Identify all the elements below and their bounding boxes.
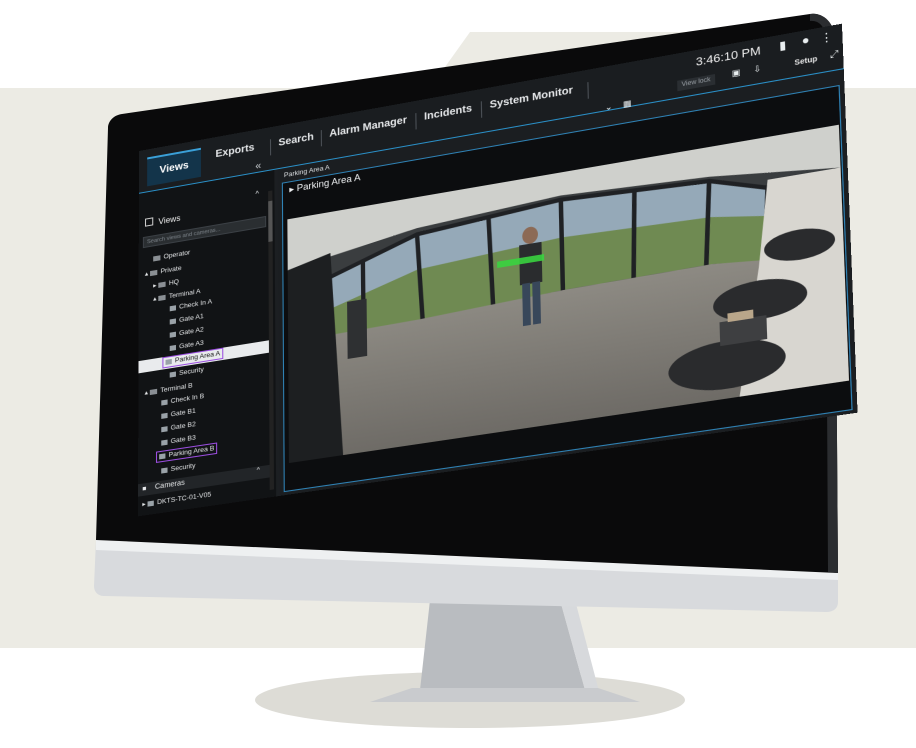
view-icon bbox=[161, 399, 168, 406]
view-icon bbox=[169, 344, 176, 351]
tab-divider bbox=[320, 130, 322, 147]
folder-icon bbox=[149, 388, 158, 395]
more-menu-icon[interactable]: ⋮ bbox=[820, 30, 833, 46]
views-header-label: Views bbox=[158, 213, 181, 227]
tree-item[interactable]: Gate A1 bbox=[169, 312, 204, 326]
fullscreen-icon[interactable]: ⤢ bbox=[830, 48, 839, 61]
tree-item-label: Security bbox=[170, 462, 196, 474]
folder-icon bbox=[153, 255, 161, 262]
scrollbar-thumb[interactable] bbox=[268, 200, 273, 242]
tab-divider bbox=[269, 139, 272, 156]
view-icon bbox=[161, 439, 168, 446]
tree-item-label: HQ bbox=[168, 278, 179, 288]
tree-item-label: Parking Area B bbox=[168, 444, 215, 460]
tab-exports[interactable]: Exports bbox=[215, 142, 254, 160]
tree-item[interactable]: ▴ Private bbox=[145, 264, 182, 278]
tree-item[interactable]: ▸ HQ bbox=[153, 277, 179, 289]
camera-tree-label: DKTS-TC-01-V05 bbox=[157, 491, 212, 507]
view-lock-dropdown[interactable]: View lock bbox=[676, 74, 716, 92]
tree-item-label: Gate B2 bbox=[170, 420, 196, 432]
tree-item[interactable]: Check In A bbox=[169, 298, 213, 312]
tree-item-label: Parking Area A bbox=[174, 350, 221, 365]
view-icon bbox=[169, 318, 176, 325]
tab-views[interactable]: Views bbox=[147, 147, 202, 187]
view-icon bbox=[165, 358, 172, 365]
tree-item-label: Gate A2 bbox=[179, 326, 204, 338]
tree-item-label: Gate B3 bbox=[170, 434, 196, 446]
tab-system-monitor[interactable]: System Monitor bbox=[490, 85, 573, 111]
view-icon bbox=[169, 305, 176, 312]
tree-item[interactable]: Security bbox=[161, 462, 195, 474]
layout-icon[interactable]: ▦ bbox=[623, 98, 632, 109]
tree-item-label: Gate A1 bbox=[179, 312, 204, 325]
user-icon[interactable]: ● bbox=[801, 34, 809, 48]
chevron-down-icon[interactable]: ⌄ bbox=[605, 102, 613, 113]
tab-search[interactable]: Search bbox=[278, 131, 313, 148]
document-icon[interactable]: ▮ bbox=[779, 38, 787, 53]
views-pane: « Views ^ Search views and cameras... Op… bbox=[138, 160, 277, 517]
tree-item-label: Private bbox=[160, 264, 182, 276]
tree-item[interactable]: Parking Area B bbox=[155, 441, 218, 464]
camera-icon[interactable]: ▣ bbox=[732, 67, 741, 78]
view-icon bbox=[161, 412, 168, 419]
grid-icon bbox=[144, 217, 154, 227]
tree-item-label: Gate B1 bbox=[170, 407, 196, 419]
chevron-up-icon[interactable]: ^ bbox=[255, 191, 259, 199]
tree-item-label: Terminal A bbox=[168, 287, 201, 301]
view-icon bbox=[169, 371, 176, 378]
tree-item[interactable]: Gate B1 bbox=[161, 407, 196, 420]
tab-divider bbox=[480, 101, 483, 118]
tree-item-label: Check In B bbox=[170, 392, 205, 406]
tree-item[interactable]: Security bbox=[169, 366, 204, 379]
server-icon bbox=[147, 500, 154, 507]
chevron-up-icon[interactable]: ^ bbox=[257, 466, 260, 474]
tree-item-label: Gate A3 bbox=[179, 339, 204, 351]
clock: 3:46:10 PM bbox=[695, 44, 761, 70]
tab-alarm-manager[interactable]: Alarm Manager bbox=[329, 115, 407, 140]
tree-item-label: Operator bbox=[163, 249, 191, 261]
view-icon bbox=[159, 453, 166, 460]
cameras-header-label: Cameras bbox=[154, 479, 185, 492]
tab-divider bbox=[415, 113, 417, 130]
tab-incidents[interactable]: Incidents bbox=[424, 103, 472, 123]
view-icon bbox=[161, 467, 168, 474]
tree-item-label: Check In A bbox=[179, 298, 213, 311]
video-camera-icon: ■ bbox=[142, 485, 147, 493]
tree-item-label: Security bbox=[179, 366, 204, 378]
setup-button[interactable]: Setup bbox=[794, 56, 817, 67]
folder-icon bbox=[158, 281, 166, 288]
view-icon bbox=[161, 425, 168, 433]
camera-feed-image bbox=[287, 124, 850, 464]
collapse-icon[interactable]: « bbox=[255, 160, 261, 172]
folder-icon bbox=[158, 294, 166, 301]
view-icon bbox=[169, 331, 176, 338]
tree-item[interactable]: Operator bbox=[153, 249, 190, 262]
client-window: Views Exports Search Alarm Manager Incid… bbox=[138, 23, 858, 517]
tree-item[interactable]: Gate A2 bbox=[169, 326, 204, 339]
download-icon[interactable]: ⇩ bbox=[753, 64, 761, 75]
tree-item-highlight: Parking Area B bbox=[155, 441, 218, 464]
tree-item[interactable]: Gate A3 bbox=[169, 339, 204, 352]
folder-icon bbox=[150, 269, 158, 276]
tree-item[interactable]: Check In B bbox=[161, 393, 204, 407]
tab-divider bbox=[587, 82, 589, 99]
tree-item-label: Terminal B bbox=[160, 382, 193, 395]
tree-item[interactable]: Gate B3 bbox=[161, 434, 196, 446]
tree-item[interactable]: Gate B2 bbox=[161, 421, 196, 433]
